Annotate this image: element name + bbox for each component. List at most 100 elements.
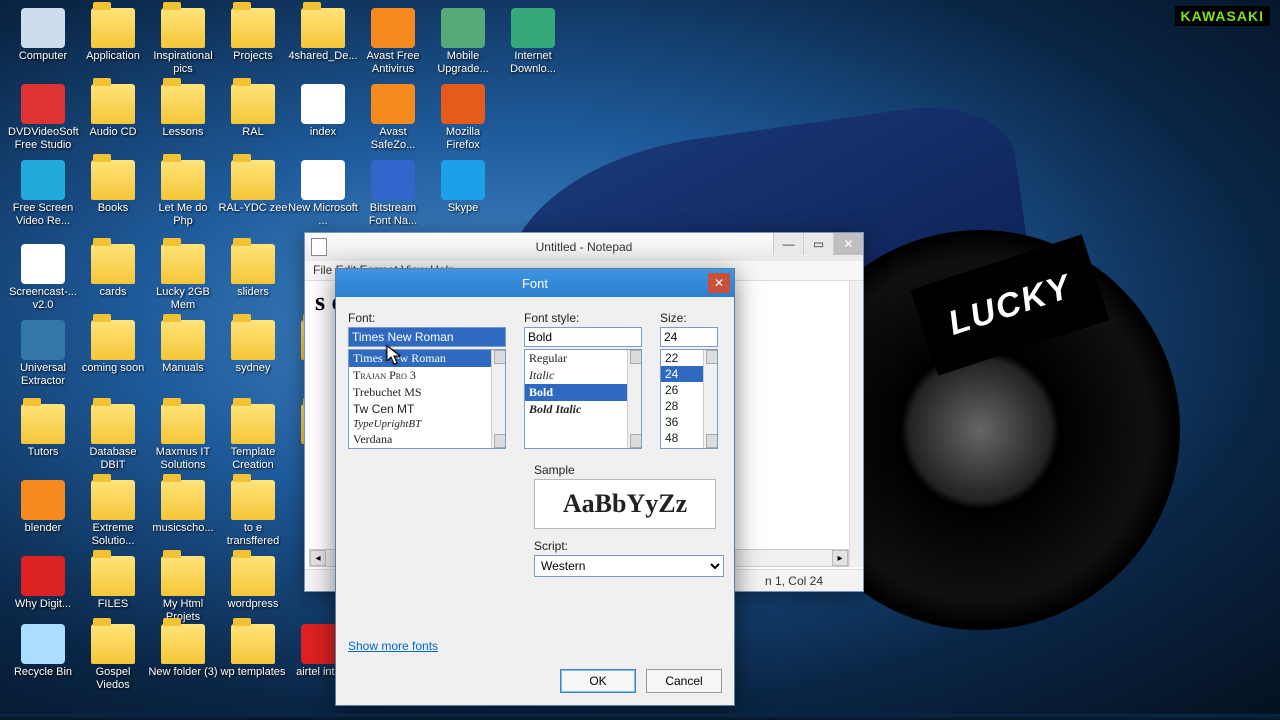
font-list[interactable]: Times New RomanTrajan Pro 3Trebuchet MST…	[348, 349, 506, 449]
desktop-icon[interactable]: wp templates	[218, 624, 288, 679]
desktop-icon-label: Universal Extractor	[8, 362, 78, 387]
list-item[interactable]: TypeUprightBT	[349, 417, 505, 431]
desktop-icon[interactable]: Tutors	[8, 404, 78, 459]
desktop-icon[interactable]: FILES	[78, 556, 148, 611]
script-select[interactable]: Western	[534, 555, 724, 577]
desktop-icon[interactable]: Universal Extractor	[8, 320, 78, 387]
minimize-button[interactable]: —	[773, 233, 803, 255]
desktop-icon[interactable]: Free Screen Video Re...	[8, 160, 78, 227]
font-dialog-titlebar[interactable]: Font ✕	[336, 269, 734, 297]
folder-icon	[231, 624, 275, 664]
desktop-icon[interactable]: sliders	[218, 244, 288, 299]
scrollbar[interactable]	[703, 350, 717, 448]
desktop-icon[interactable]: DVDVideoSoft Free Studio	[8, 84, 78, 151]
desktop-icon[interactable]: Database DBIT	[78, 404, 148, 471]
desktop-icon-label: 4shared_De...	[288, 50, 358, 63]
app-icon	[21, 480, 65, 520]
desktop-icon[interactable]: Lessons	[148, 84, 218, 139]
desktop-icon[interactable]: Application	[78, 8, 148, 63]
desktop-icon[interactable]: sydney	[218, 320, 288, 375]
list-item[interactable]: Trebuchet MS	[349, 384, 505, 401]
folder-icon	[161, 624, 205, 664]
desktop-icon[interactable]: RAL-YDC zee	[218, 160, 288, 215]
desktop-icon[interactable]: wordpress	[218, 556, 288, 611]
desktop-icon[interactable]: Manuals	[148, 320, 218, 375]
desktop-icon[interactable]: Audio CD	[78, 84, 148, 139]
desktop-icon[interactable]: Inspirational pics	[148, 8, 218, 75]
desktop-icon-label: RAL-YDC zee	[218, 202, 288, 215]
scroll-left-icon[interactable]: ◂	[310, 550, 326, 566]
desktop-icon[interactable]: Avast Free Antivirus	[358, 8, 428, 75]
desktop-icon-label: blender	[8, 522, 78, 535]
scrollbar[interactable]	[627, 350, 641, 448]
app-icon	[511, 8, 555, 48]
scrollbar[interactable]	[491, 350, 505, 448]
style-list[interactable]: RegularItalicBoldBold Italic	[524, 349, 642, 449]
desktop-icon[interactable]: Extreme Solutio...	[78, 480, 148, 547]
taskbar[interactable]	[0, 714, 1280, 720]
desktop-icon-label: Extreme Solutio...	[78, 522, 148, 547]
desktop-icon[interactable]: Computer	[8, 8, 78, 63]
style-input[interactable]	[524, 327, 642, 347]
desktop-icon[interactable]: Projects	[218, 8, 288, 63]
close-icon[interactable]: ✕	[708, 273, 730, 293]
desktop-icon[interactable]: My Html Projets	[148, 556, 218, 623]
list-item[interactable]: Times New Roman	[349, 350, 505, 367]
list-item[interactable]: Regular	[525, 350, 641, 367]
list-item[interactable]: Italic	[525, 367, 641, 384]
app-icon	[21, 160, 65, 200]
notepad-titlebar[interactable]: Untitled - Notepad — ▭ ✕	[305, 233, 863, 261]
desktop-icon-label: FILES	[78, 598, 148, 611]
app-icon	[441, 84, 485, 124]
desktop-icon[interactable]: Bitstream Font Na...	[358, 160, 428, 227]
desktop-icon[interactable]: Internet Downlo...	[498, 8, 568, 75]
scroll-right-icon[interactable]: ▸	[832, 550, 848, 566]
font-dialog: Font ✕ Font: Times New RomanTrajan Pro 3…	[335, 268, 735, 706]
list-item[interactable]: Trajan Pro 3	[349, 367, 505, 384]
desktop-icon[interactable]: Let Me do Php	[148, 160, 218, 227]
desktop-icon[interactable]: Recycle Bin	[8, 624, 78, 679]
size-input[interactable]	[660, 327, 718, 347]
ok-button[interactable]: OK	[560, 669, 636, 693]
desktop-icon[interactable]: Books	[78, 160, 148, 215]
desktop-icon[interactable]: index	[288, 84, 358, 139]
desktop-icon[interactable]: Gospel Viedos	[78, 624, 148, 691]
desktop-icon[interactable]: New folder (3)	[148, 624, 218, 679]
desktop-icon-label: musicscho...	[148, 522, 218, 535]
cancel-button[interactable]: Cancel	[646, 669, 722, 693]
size-label: Size:	[660, 311, 718, 325]
desktop-icon[interactable]: Skype	[428, 160, 498, 215]
desktop-icon[interactable]: Screencast-... v2.0	[8, 244, 78, 311]
desktop-icon[interactable]: 4shared_De...	[288, 8, 358, 63]
desktop-icon[interactable]: coming soon	[78, 320, 148, 375]
desktop-icon[interactable]: Template Creation	[218, 404, 288, 471]
desktop-icon[interactable]: blender	[8, 480, 78, 535]
list-item[interactable]: Verdana	[349, 431, 505, 448]
desktop-icon[interactable]: cards	[78, 244, 148, 299]
desktop-icon[interactable]: Lucky 2GB Mem	[148, 244, 218, 311]
app-icon	[371, 8, 415, 48]
list-item[interactable]: Bold	[525, 384, 641, 401]
folder-icon	[21, 404, 65, 444]
desktop-icon[interactable]: to e transffered	[218, 480, 288, 547]
folder-icon	[161, 556, 205, 596]
size-list[interactable]: 22242628364872	[660, 349, 718, 449]
close-button[interactable]: ✕	[833, 233, 863, 255]
show-more-fonts-link[interactable]: Show more fonts	[348, 639, 438, 653]
desktop-icon-label: Internet Downlo...	[498, 50, 568, 75]
desktop-icon[interactable]: Avast SafeZo...	[358, 84, 428, 151]
desktop-icon[interactable]: Mobile Upgrade...	[428, 8, 498, 75]
maximize-button[interactable]: ▭	[803, 233, 833, 255]
desktop-icon-label: sydney	[218, 362, 288, 375]
font-input[interactable]	[348, 327, 506, 347]
desktop-icon[interactable]: Why Digit...	[8, 556, 78, 611]
desktop-icon[interactable]: Maxmus IT Solutions	[148, 404, 218, 471]
desktop-icon[interactable]: Mozilla Firefox	[428, 84, 498, 151]
vertical-scrollbar[interactable]	[849, 281, 863, 567]
list-item[interactable]: Tw Cen MT	[349, 401, 505, 417]
desktop-icon[interactable]: RAL	[218, 84, 288, 139]
desktop-icon-label: index	[288, 126, 358, 139]
desktop-icon[interactable]: New Microsoft ...	[288, 160, 358, 227]
desktop-icon[interactable]: musicscho...	[148, 480, 218, 535]
list-item[interactable]: Bold Italic	[525, 401, 641, 418]
